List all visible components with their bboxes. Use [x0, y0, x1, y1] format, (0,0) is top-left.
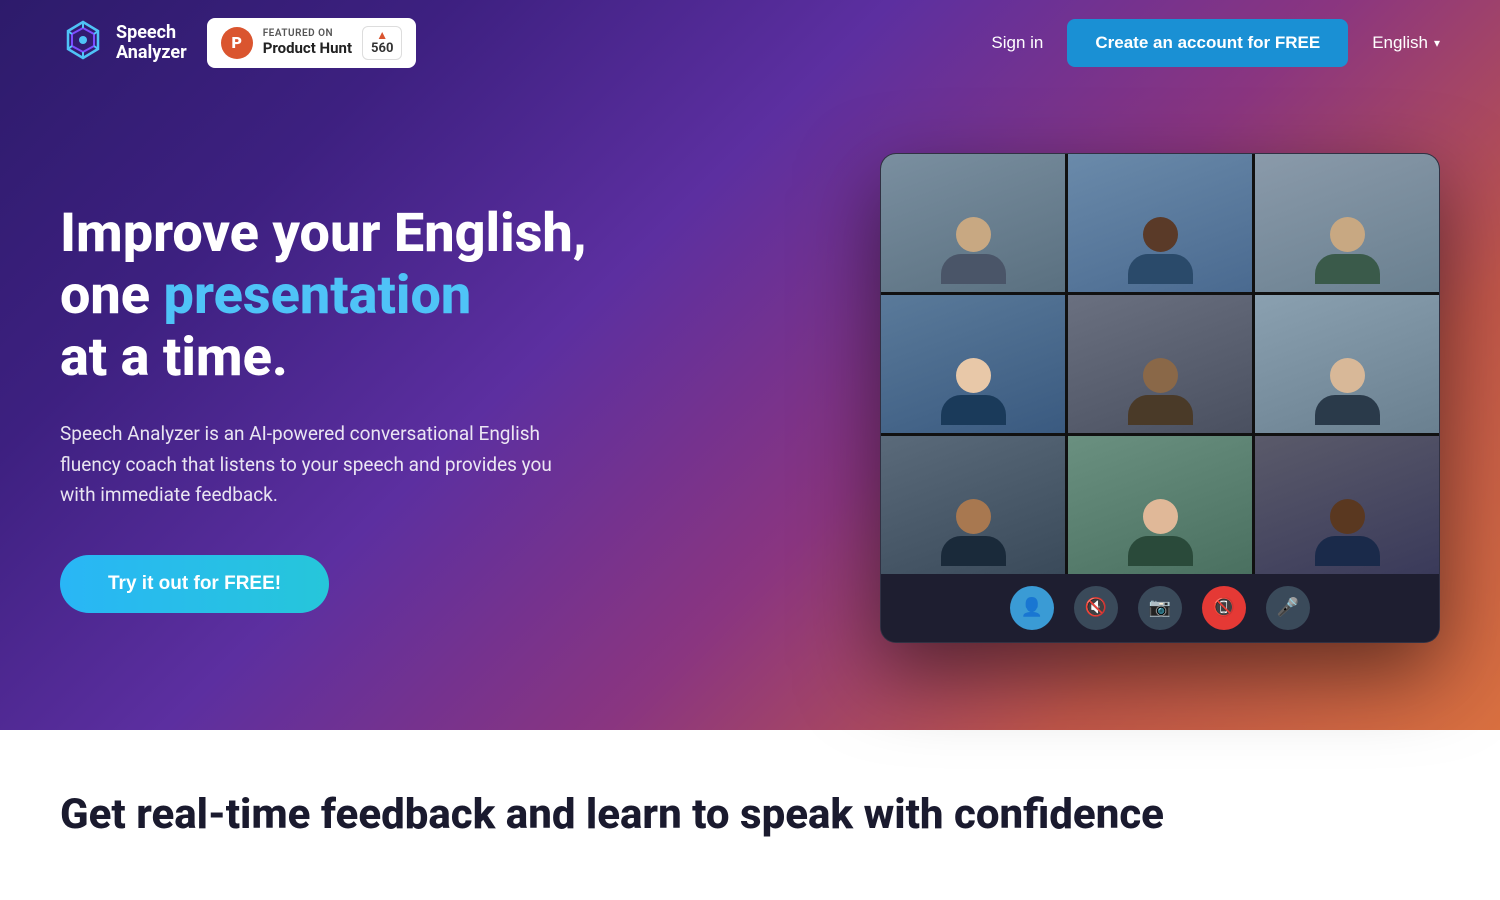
ph-upvote-box: ▲ 560: [362, 26, 402, 60]
try-free-button[interactable]: Try it out for FREE!: [60, 555, 329, 613]
navbar: Speech Analyzer P FEATURED ON Product Hu…: [0, 0, 1500, 86]
video-cell-3: [1255, 154, 1439, 292]
participant-8-head: [1143, 499, 1178, 534]
video-cell-6: [1255, 295, 1439, 433]
product-hunt-badge[interactable]: P FEATURED ON Product Hunt ▲ 560: [207, 18, 417, 68]
participant-6-head: [1330, 358, 1365, 393]
participant-5: [1068, 295, 1252, 433]
video-call-mockup: 👤 🔇 📷 📵 🎤: [880, 153, 1440, 643]
video-cell-2: [1068, 154, 1252, 292]
participant-7-body: [941, 536, 1006, 566]
speaker-icon: 🎤: [1277, 597, 1299, 618]
participant-4-head: [956, 358, 991, 393]
speaker-button[interactable]: 🎤: [1266, 586, 1310, 630]
video-cell-4: [881, 295, 1065, 433]
participant-6: [1255, 295, 1439, 433]
bottom-section: Get real-time feedback and learn to spea…: [0, 730, 1500, 900]
participant-9-head: [1330, 499, 1365, 534]
ph-product-hunt-label: Product Hunt: [263, 39, 352, 57]
participant-1-head: [956, 217, 991, 252]
video-cell-1: [881, 154, 1065, 292]
participant-5-head: [1143, 358, 1178, 393]
ph-featured-on-label: FEATURED ON: [263, 28, 352, 39]
participant-7-head: [956, 499, 991, 534]
participant-1-body: [941, 254, 1006, 284]
participant-4-body: [941, 395, 1006, 425]
logo[interactable]: Speech Analyzer: [60, 20, 187, 66]
mute-icon: 🔇: [1085, 597, 1107, 618]
ph-arrow-icon: ▲: [376, 29, 388, 41]
bottom-heading: Get real-time feedback and learn to spea…: [60, 790, 1440, 840]
chevron-down-icon: ▾: [1434, 36, 1440, 50]
video-toggle-button[interactable]: 📷: [1138, 586, 1182, 630]
end-call-button[interactable]: 📵: [1202, 586, 1246, 630]
participant-3-body: [1315, 254, 1380, 284]
video-toolbar: 👤 🔇 📷 📵 🎤: [881, 574, 1439, 642]
hero-heading-line1: Improve your English,: [60, 202, 587, 265]
participant-9-body: [1315, 536, 1380, 566]
participant-6-body: [1315, 395, 1380, 425]
create-account-button[interactable]: Create an account for FREE: [1067, 19, 1348, 67]
hero-heading-line2-prefix: one: [60, 264, 164, 327]
language-selector-button[interactable]: English ▾: [1372, 33, 1440, 53]
logo-speech: Speech: [116, 23, 187, 43]
mute-button[interactable]: 🔇: [1074, 586, 1118, 630]
hero-section: Speech Analyzer P FEATURED ON Product Hu…: [0, 0, 1500, 730]
participant-3-head: [1330, 217, 1365, 252]
participant-9: [1255, 436, 1439, 574]
participant-7: [881, 436, 1065, 574]
participant-4: [881, 295, 1065, 433]
product-hunt-logo: P: [221, 27, 253, 59]
video-icon: 📷: [1149, 597, 1171, 618]
hero-heading-highlight: presentation: [164, 264, 472, 327]
participant-2-body: [1128, 254, 1193, 284]
ph-vote-count: 560: [371, 41, 393, 57]
video-cell-7: [881, 436, 1065, 574]
product-hunt-text: FEATURED ON Product Hunt: [263, 28, 352, 57]
logo-icon: [60, 20, 106, 66]
navbar-right: Sign in Create an account for FREE Engli…: [991, 19, 1440, 67]
participant-avatar-button[interactable]: 👤: [1010, 586, 1054, 630]
participant-5-body: [1128, 395, 1193, 425]
video-cell-5: [1068, 295, 1252, 433]
hero-content: Improve your English, one presentation a…: [0, 86, 1500, 730]
language-label: English: [1372, 33, 1428, 53]
participant-8-body: [1128, 536, 1193, 566]
video-cell-8: [1068, 436, 1252, 574]
logo-text: Speech Analyzer: [116, 23, 187, 63]
navbar-left: Speech Analyzer P FEATURED ON Product Hu…: [60, 18, 416, 68]
participant-8: [1068, 436, 1252, 574]
participant-2: [1068, 154, 1252, 292]
sign-in-button[interactable]: Sign in: [991, 33, 1043, 53]
participant-2-head: [1143, 217, 1178, 252]
video-cell-9: [1255, 436, 1439, 574]
logo-analyzer: Analyzer: [116, 43, 187, 63]
participant-1: [881, 154, 1065, 292]
hero-description: Speech Analyzer is an AI-powered convers…: [60, 419, 560, 510]
participant-3: [1255, 154, 1439, 292]
hero-heading: Improve your English, one presentation a…: [60, 203, 587, 389]
hero-text-block: Improve your English, one presentation a…: [60, 183, 587, 612]
video-grid: [881, 154, 1439, 574]
end-call-icon: 📵: [1213, 597, 1235, 618]
hero-heading-line3: at a time.: [60, 326, 288, 389]
avatar-icon: 👤: [1021, 597, 1043, 618]
